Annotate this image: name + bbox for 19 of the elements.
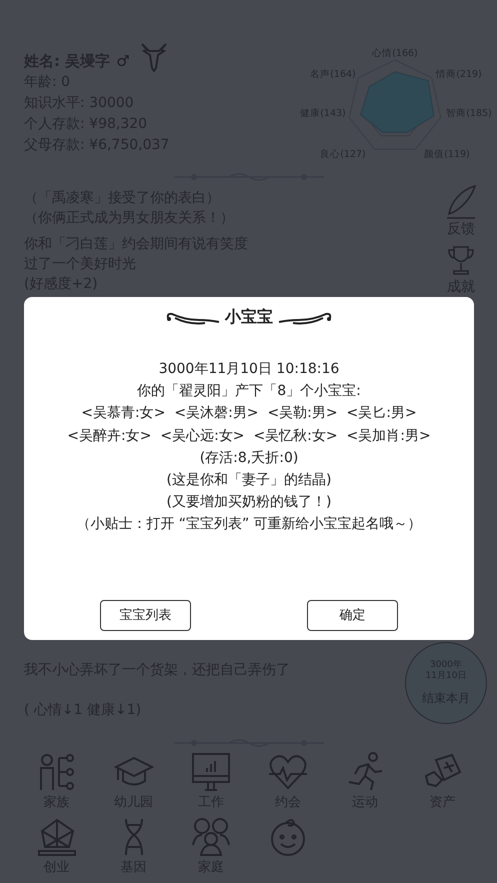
dialog-text: (这是你和「妻子」的结晶) xyxy=(166,471,332,490)
goat-head-icon xyxy=(140,42,168,72)
monitor-chart-icon xyxy=(190,752,231,792)
dialog-text: <吴醉卉:女> <吴心远:女> <吴忆秋:女> <吴加肖:男> xyxy=(67,426,431,446)
heartbeat-icon xyxy=(268,752,308,792)
quill-icon xyxy=(445,184,477,220)
confirm-button[interactable]: 确定 xyxy=(307,600,398,631)
dialog-text: 3000年11月10日 10:18:16 xyxy=(158,360,340,379)
baby-list-button[interactable]: 宝宝列表 xyxy=(100,600,191,631)
dialog-text: (存活:8,夭折:0) xyxy=(200,448,298,468)
dialog-text: <吴慕青:女> <吴沐磬:男> <吴勒:男> <吴匕:男> xyxy=(81,404,417,424)
trophy-icon xyxy=(446,244,476,278)
dialog-title: 小宝宝 xyxy=(225,307,273,328)
network-icon xyxy=(36,817,77,857)
dialog-text: 你的「翟灵阳」产下「8」个小宝宝: xyxy=(137,382,361,402)
family-icon xyxy=(190,817,231,857)
dialog-text: (又要增加买奶粉的钱了！) xyxy=(166,493,332,512)
dialog-text: （小贴士：打开 “宝宝列表” 可重新给小宝宝起名哦～） xyxy=(76,515,422,534)
gender-symbol: ♂ xyxy=(116,52,130,70)
